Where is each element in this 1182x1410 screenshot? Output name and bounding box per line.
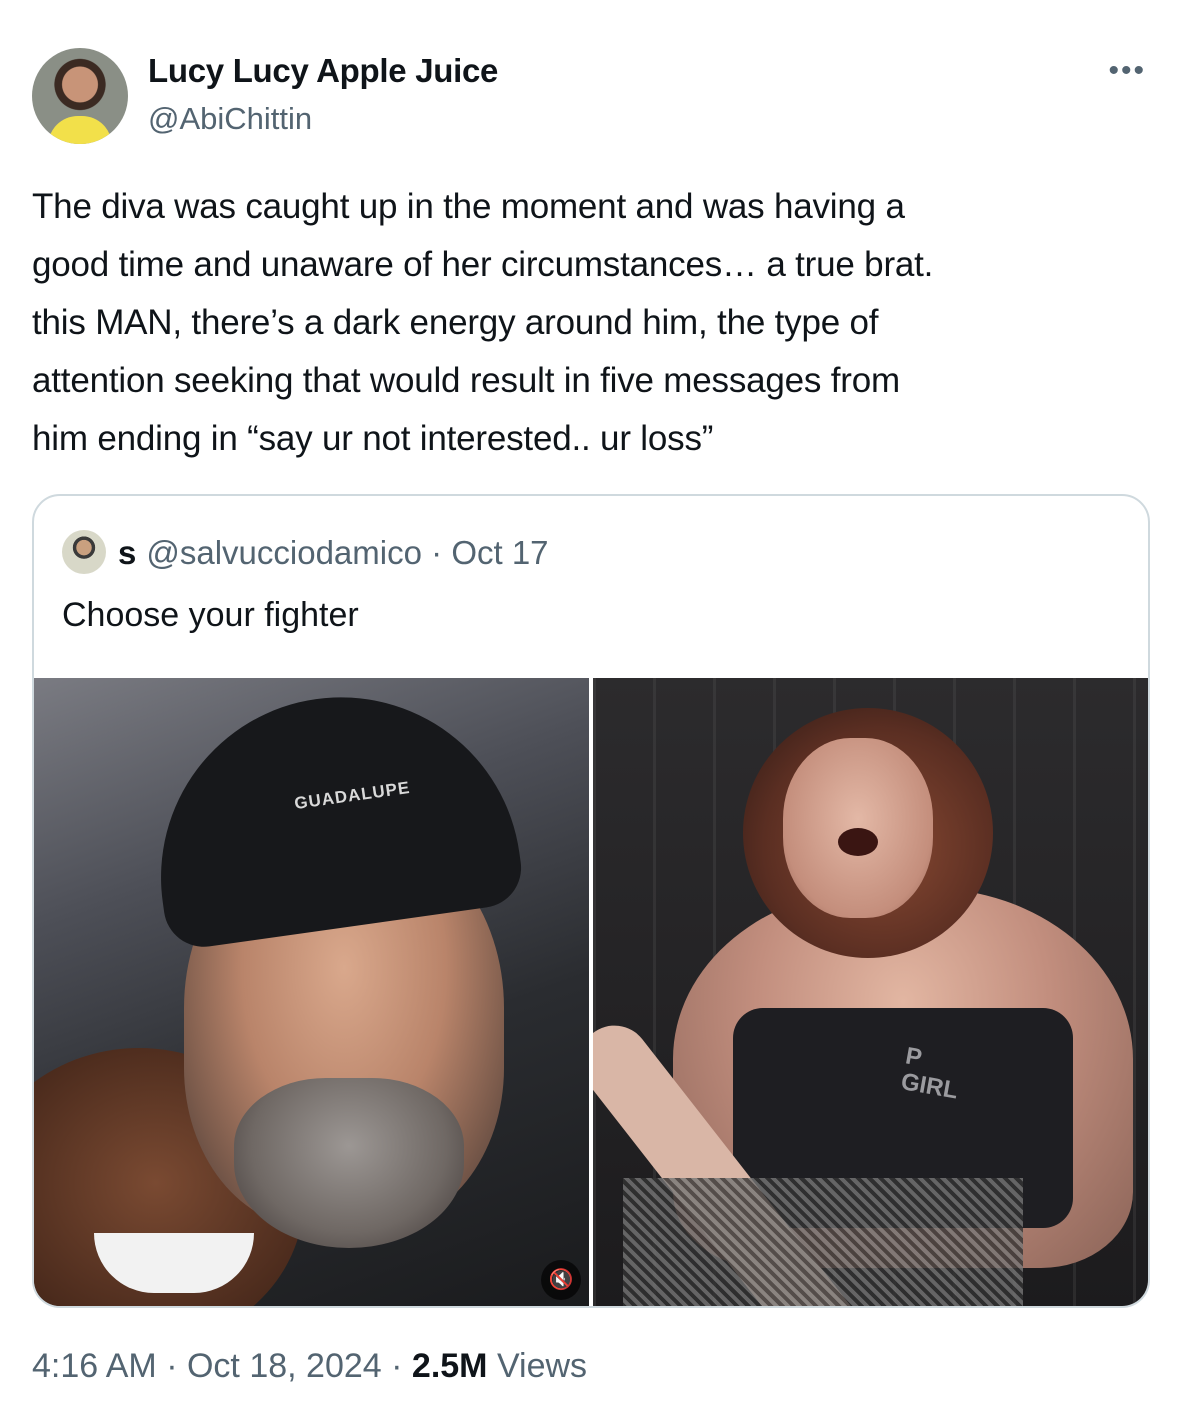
media-image-left[interactable]: GUADALUPE 🔇: [34, 678, 589, 1306]
mute-icon[interactable]: 🔇: [541, 1260, 581, 1300]
tweet-date[interactable]: Oct 18, 2024: [187, 1347, 382, 1385]
quoted-author-avatar[interactable]: [62, 530, 106, 574]
tweet-time[interactable]: 4:16 AM: [32, 1347, 157, 1385]
tweet-line: this MAN, there’s a dark energy around h…: [32, 303, 879, 342]
footer-separator: ·: [166, 1347, 178, 1385]
tweet-line: him ending in “say ur not interested.. u…: [32, 419, 714, 458]
tweet-text: The diva was caught up in the moment and…: [32, 178, 1142, 468]
more-options-icon[interactable]: •••: [1108, 54, 1146, 88]
quoted-separator: ·: [431, 534, 443, 571]
tweet-header: Lucy Lucy Apple Juice @AbiChittin •••: [32, 46, 1152, 146]
quoted-date[interactable]: Oct 17: [451, 534, 548, 571]
tweet-line: good time and unaware of her circumstanc…: [32, 245, 934, 284]
tweet-footer: 4:16 AM · Oct 18, 2024 · 2.5M Views: [32, 1347, 587, 1386]
views-count[interactable]: 2.5M: [412, 1347, 488, 1385]
quoted-tweet-card[interactable]: s @salvucciodamico · Oct 17 Choose your f…: [32, 494, 1150, 1308]
quoted-author-name[interactable]: s: [118, 534, 136, 571]
image-shape-beard: [234, 1078, 464, 1248]
quoted-media: GUADALUPE 🔇 P GIRL: [34, 678, 1148, 1306]
quoted-text: Choose your fighter: [62, 596, 359, 634]
tweet-line: attention seeking that would result in f…: [32, 361, 900, 400]
shirt-lettering: P GIRL: [898, 1042, 961, 1105]
image-shape-mouth: [838, 828, 878, 856]
views-label[interactable]: Views: [497, 1347, 587, 1385]
media-image-right[interactable]: P GIRL: [593, 678, 1148, 1306]
author-name[interactable]: Lucy Lucy Apple Juice: [148, 52, 498, 90]
avatar-shirt: [48, 116, 112, 144]
tweet-line: The diva was caught up in the moment and…: [32, 187, 905, 226]
footer-separator: ·: [391, 1347, 403, 1385]
image-shape-skirt: [623, 1178, 1023, 1306]
author-handle[interactable]: @AbiChittin: [148, 101, 312, 137]
quoted-author-handle[interactable]: @salvucciodamico: [146, 534, 422, 571]
author-avatar[interactable]: [32, 48, 128, 144]
quoted-meta: s @salvucciodamico · Oct 17: [118, 534, 549, 572]
